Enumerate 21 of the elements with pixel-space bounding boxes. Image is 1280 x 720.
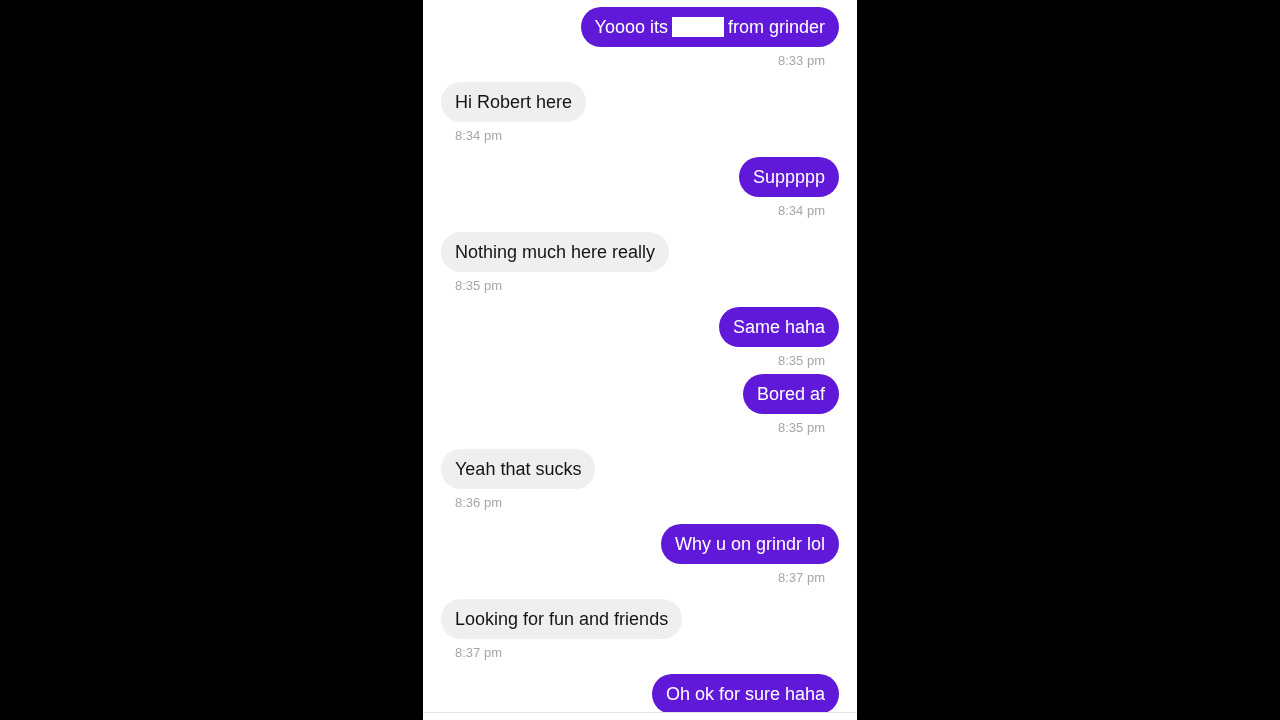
message-text: from grinder: [727, 16, 825, 38]
message-timestamp: 8:34 pm: [454, 128, 503, 144]
sent-message-bubble: Oh ok for sure haha: [651, 674, 839, 712]
sent-message-bubble: Same haha: [718, 307, 839, 347]
sent-message-bubble: Why u on grindr lol: [660, 524, 839, 564]
message-timestamp: 8:35 pm: [454, 278, 503, 294]
received-message-bubble: Yeah that sucks: [441, 449, 596, 489]
message-timestamp: 8:35 pm: [777, 353, 826, 369]
message-timestamp: 8:34 pm: [777, 203, 826, 219]
received-message-bubble: Hi Robert here: [441, 82, 587, 122]
sent-message-bubble: Bored af: [742, 374, 839, 414]
message-timestamp: 8:35 pm: [777, 420, 826, 436]
message-text: Yoooo its: [594, 16, 668, 38]
message-timestamp: 8:37 pm: [454, 645, 503, 661]
message-timestamp: 8:33 pm: [777, 53, 826, 69]
message-timestamp: 8:37 pm: [777, 570, 826, 586]
received-message-bubble: Nothing much here really: [441, 232, 670, 272]
message-timestamp: 8:36 pm: [454, 495, 503, 511]
sent-message-bubble: Suppppp: [738, 157, 839, 197]
redaction-block: [671, 17, 724, 37]
received-message-bubble: Looking for fun and friends: [441, 599, 683, 639]
